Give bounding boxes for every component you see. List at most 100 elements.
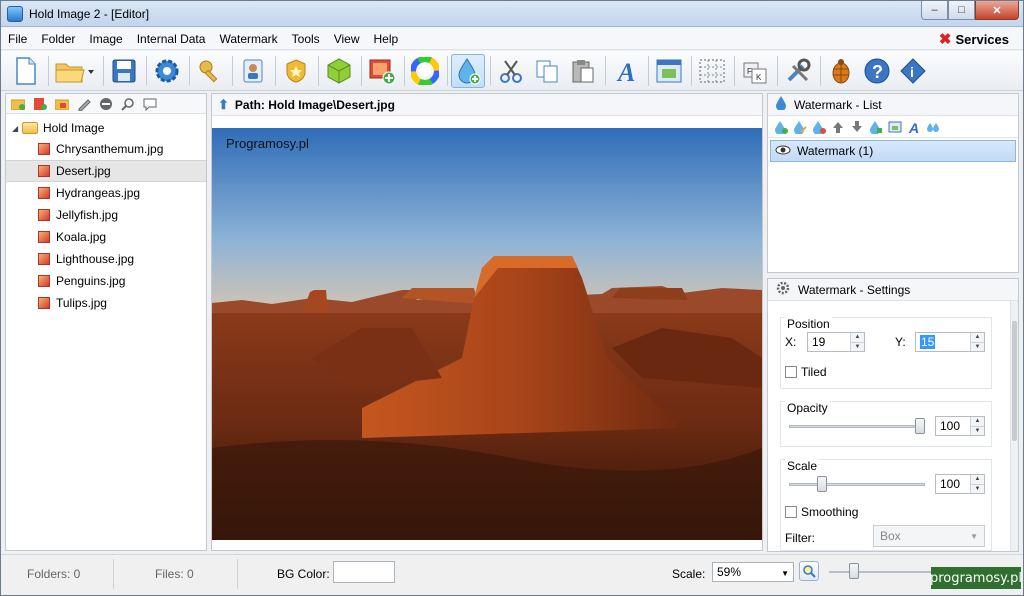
tree-item-file[interactable]: Koala.jpg (6, 226, 206, 248)
minimize-button[interactable]: – (921, 1, 948, 20)
tree-item-file-selected[interactable]: Desert.jpg (6, 160, 206, 182)
tree-item-file[interactable]: Lighthouse.jpg (6, 248, 206, 270)
badge-icon[interactable] (279, 54, 313, 88)
filter-select[interactable]: Box ▼ (873, 525, 985, 547)
save-icon[interactable] (107, 54, 141, 88)
image-preview-panel: ⬆ Path: Hold Image\Desert.jpg Programosy… (211, 93, 763, 551)
bg-color-picker[interactable] (333, 561, 395, 583)
search-icon[interactable] (120, 96, 136, 112)
move-up-icon[interactable] (831, 120, 845, 134)
menu-tools[interactable]: Tools (285, 29, 327, 49)
copy-icon[interactable] (530, 54, 564, 88)
menu-folder[interactable]: Folder (34, 29, 82, 49)
remove-icon[interactable] (98, 96, 114, 112)
image-canvas[interactable]: Programosy.pl (212, 128, 762, 540)
y-input[interactable]: 15 ▲ ▼ (915, 332, 985, 352)
menu-image[interactable]: Image (82, 29, 129, 49)
tree-item-file[interactable]: Jellyfish.jpg (6, 204, 206, 226)
spin-up-icon[interactable]: ▲ (971, 333, 984, 343)
scale-spinner[interactable]: ▲ ▼ (970, 475, 984, 493)
contact-card-icon[interactable] (236, 54, 270, 88)
opacity-spinner[interactable]: ▲ ▼ (970, 417, 984, 435)
filter-value: Box (880, 529, 901, 543)
cube-package-icon[interactable] (322, 54, 356, 88)
menu-file[interactable]: File (1, 29, 34, 49)
main-toolbar: A FK ? i (1, 51, 1023, 91)
menu-view[interactable]: View (327, 29, 367, 49)
remove-watermark-icon[interactable] (812, 120, 826, 134)
cut-icon[interactable] (494, 54, 528, 88)
tree-item-file[interactable]: Chrysanthemum.jpg (6, 138, 206, 160)
opacity-slider-track[interactable] (789, 425, 925, 428)
text-watermark-icon[interactable]: A (907, 120, 921, 134)
y-spinner[interactable]: ▲ ▼ (970, 333, 984, 351)
spin-down-icon[interactable]: ▼ (971, 484, 984, 493)
info-icon[interactable]: i (896, 54, 930, 88)
zoom-fit-button[interactable] (799, 561, 819, 581)
spin-down-icon[interactable]: ▼ (971, 342, 984, 351)
help-icon[interactable]: ? (860, 54, 894, 88)
image-watermark-icon[interactable] (888, 120, 902, 134)
scale-input[interactable]: 100 ▲ ▼ (935, 474, 985, 494)
add-watermark-icon[interactable] (774, 120, 788, 134)
rename-pencil-icon[interactable] (76, 96, 92, 112)
menu-watermark[interactable]: Watermark (212, 29, 284, 49)
add-image-watermark-icon[interactable] (869, 120, 883, 134)
tree-item-file[interactable]: Tulips.jpg (6, 292, 206, 314)
menu-internal-data[interactable]: Internal Data (130, 29, 213, 49)
drops-icon[interactable] (926, 120, 940, 134)
spin-down-icon[interactable]: ▼ (971, 426, 984, 435)
image-frame-icon[interactable] (652, 54, 686, 88)
zoom-scale-select[interactable]: 59% ▼ (712, 562, 794, 582)
keyboard-icon[interactable]: FK (738, 54, 772, 88)
add-image-icon[interactable] (365, 54, 399, 88)
spin-down-icon[interactable]: ▼ (851, 342, 864, 351)
spin-up-icon[interactable]: ▲ (971, 475, 984, 485)
add-watermark-icon[interactable] (451, 53, 485, 88)
add-file-icon[interactable] (32, 96, 48, 112)
folder-image-icon[interactable] (54, 96, 70, 112)
spin-up-icon[interactable]: ▲ (971, 417, 984, 427)
spin-up-icon[interactable]: ▲ (851, 333, 864, 343)
open-folder-icon[interactable] (52, 54, 98, 88)
tiled-checkbox[interactable] (785, 366, 797, 378)
toolbar-separator (447, 55, 448, 86)
up-arrow-icon[interactable]: ⬆ (218, 97, 229, 113)
tree-item-file[interactable]: Hydrangeas.jpg (6, 182, 206, 204)
tools-icon[interactable] (781, 54, 815, 88)
close-button[interactable]: ✕ (975, 1, 1019, 20)
watermark-overlay-text[interactable]: Programosy.pl (226, 136, 309, 151)
new-document-icon[interactable] (9, 54, 43, 88)
scale-label: Scale (785, 459, 820, 473)
bug-icon[interactable] (824, 54, 858, 88)
move-down-icon[interactable] (850, 120, 864, 134)
settings-gear-icon[interactable] (150, 54, 184, 88)
scrollbar-thumb[interactable] (1012, 321, 1017, 441)
maximize-button[interactable]: □ (948, 1, 975, 20)
opacity-slider-thumb[interactable] (915, 418, 925, 434)
smoothing-checkbox[interactable] (785, 506, 797, 518)
settings-scrollbar[interactable] (1010, 301, 1018, 551)
x-input[interactable]: 19 ▲ ▼ (807, 332, 865, 352)
app-window: Hold Image 2 - [Editor] – □ ✕ File Folde… (0, 0, 1024, 596)
services-button[interactable]: ✖ Services (935, 29, 1015, 49)
opacity-input[interactable]: 100 ▲ ▼ (935, 416, 985, 436)
scale-slider-thumb[interactable] (817, 476, 827, 492)
menu-help[interactable]: Help (366, 29, 405, 49)
grid-icon[interactable] (695, 54, 729, 88)
comment-icon[interactable] (142, 96, 158, 112)
zoom-slider-thumb[interactable] (849, 563, 859, 579)
text-a-icon[interactable]: A (609, 54, 643, 88)
x-spinner[interactable]: ▲ ▼ (850, 333, 864, 351)
scale-slider-track[interactable] (789, 483, 925, 486)
add-folder-icon[interactable] (10, 96, 26, 112)
tree-item-file[interactable]: Penguins.jpg (6, 270, 206, 292)
tree-root-hold-image[interactable]: ◢ Hold Image (6, 118, 206, 138)
eye-visibility-icon[interactable] (775, 144, 791, 158)
edit-watermark-icon[interactable] (793, 120, 807, 134)
keys-icon[interactable] (193, 54, 227, 88)
color-wheel-icon[interactable] (408, 54, 442, 88)
watermark-list-item[interactable]: Watermark (1) (770, 140, 1016, 162)
collapse-triangle-icon[interactable]: ◢ (12, 124, 22, 133)
paste-icon[interactable] (566, 54, 600, 88)
